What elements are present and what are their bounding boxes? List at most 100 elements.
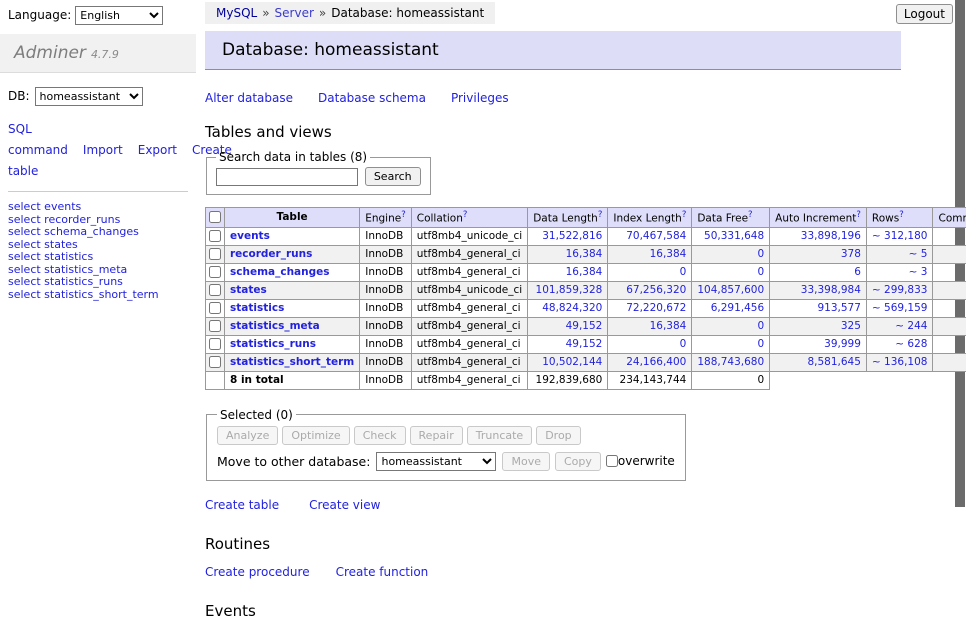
table-link-statistics_meta[interactable]: statistics_meta: [230, 320, 320, 332]
help-icon[interactable]: ?: [899, 210, 904, 220]
row-select-checkbox[interactable]: [209, 284, 221, 296]
help-icon[interactable]: ?: [682, 210, 687, 220]
rows-link[interactable]: ~ 628: [895, 338, 927, 350]
data-length-link[interactable]: 16,384: [566, 248, 603, 260]
sidebar-item-select-schema-changes[interactable]: select schema_changes: [8, 226, 188, 239]
data-length-link[interactable]: 49,152: [566, 338, 603, 350]
db-select[interactable]: homeassistant: [35, 87, 143, 106]
index-length-link[interactable]: 0: [680, 266, 687, 278]
index-length-link[interactable]: 72,220,672: [626, 302, 686, 314]
table-link-events[interactable]: events: [230, 230, 270, 242]
data-free-link[interactable]: 6,291,456: [711, 302, 764, 314]
data-free-link[interactable]: 104,857,600: [697, 284, 764, 296]
truncate-button[interactable]: Truncate: [467, 426, 532, 445]
data-free-link[interactable]: 0: [757, 266, 764, 278]
auto-increment-link[interactable]: 913,577: [818, 302, 861, 314]
table-link-statistics[interactable]: statistics: [230, 302, 284, 314]
auto-increment-link[interactable]: 8,581,645: [807, 356, 860, 368]
rows-link[interactable]: ~ 3: [909, 266, 928, 278]
data-length-link[interactable]: 10,502,144: [542, 356, 602, 368]
data-length-link[interactable]: 49,152: [566, 320, 603, 332]
nav-link-privileges[interactable]: Privileges: [451, 91, 509, 105]
table-name-cell: statistics_short_term: [225, 353, 360, 371]
overwrite-checkbox[interactable]: [606, 455, 618, 467]
drop-button[interactable]: Drop: [536, 426, 580, 445]
data-free-link[interactable]: 0: [757, 248, 764, 260]
copy-button[interactable]: Copy: [555, 452, 601, 471]
data-free-link[interactable]: 0: [757, 320, 764, 332]
repair-button[interactable]: Repair: [410, 426, 463, 445]
nav-link-database-schema[interactable]: Database schema: [318, 91, 426, 105]
move-db-select[interactable]: homeassistant: [376, 452, 496, 471]
auto-increment-link[interactable]: 33,898,196: [801, 230, 861, 242]
help-icon[interactable]: ?: [401, 210, 406, 220]
table-link-schema_changes[interactable]: schema_changes: [230, 266, 330, 278]
sidebar-item-select-statistics-short-term[interactable]: select statistics_short_term: [8, 289, 188, 302]
sidebar-item-select-statistics-runs[interactable]: select statistics_runs: [8, 276, 188, 289]
optimize-button[interactable]: Optimize: [282, 426, 349, 445]
index-length-link[interactable]: 70,467,584: [626, 230, 686, 242]
sidebar-item-select-events[interactable]: select events: [8, 201, 188, 214]
sidebar-link-sql-command[interactable]: SQL command: [8, 122, 68, 157]
rows-link[interactable]: ~ 299,833: [872, 284, 928, 296]
index-length-link[interactable]: 67,256,320: [626, 284, 686, 296]
table-row: statistics_runsInnoDButf8mb4_general_ci4…: [206, 335, 966, 353]
sidebar-link-import[interactable]: Import: [83, 143, 123, 157]
table-link-statistics_short_term[interactable]: statistics_short_term: [230, 356, 354, 368]
auto-increment-link[interactable]: 6: [854, 266, 861, 278]
data-free-link[interactable]: 50,331,648: [704, 230, 764, 242]
sidebar-commands: SQL commandImportExportCreate table: [8, 119, 188, 192]
help-icon[interactable]: ?: [463, 210, 468, 220]
row-select-checkbox[interactable]: [209, 338, 221, 350]
auto-increment-link[interactable]: 33,398,984: [801, 284, 861, 296]
help-icon[interactable]: ?: [856, 210, 861, 220]
rows-link[interactable]: ~ 312,180: [872, 230, 928, 242]
search-button[interactable]: Search: [365, 167, 421, 186]
table-link-recorder_runs[interactable]: recorder_runs: [230, 248, 312, 260]
index-length-link[interactable]: 24,166,400: [626, 356, 686, 368]
link-create-view[interactable]: Create view: [309, 498, 380, 512]
table-link-states[interactable]: states: [230, 284, 267, 296]
row-select-checkbox[interactable]: [209, 266, 221, 278]
data-length-link[interactable]: 48,824,320: [542, 302, 602, 314]
move-button[interactable]: Move: [502, 452, 550, 471]
help-icon[interactable]: ?: [598, 210, 603, 220]
help-icon[interactable]: ?: [748, 210, 753, 220]
auto-increment-link[interactable]: 325: [841, 320, 861, 332]
breadcrumb-mysql-link[interactable]: MySQL: [216, 6, 257, 20]
data-length-link[interactable]: 101,859,328: [536, 284, 603, 296]
table-link-statistics_runs[interactable]: statistics_runs: [230, 338, 316, 350]
rows-cell: ~ 5: [866, 245, 933, 263]
index-length-link[interactable]: 16,384: [650, 248, 687, 260]
row-select-checkbox[interactable]: [209, 248, 221, 260]
row-select-checkbox[interactable]: [209, 302, 221, 314]
link-create-function[interactable]: Create function: [336, 565, 429, 579]
analyze-button[interactable]: Analyze: [217, 426, 278, 445]
auto-increment-link[interactable]: 378: [841, 248, 861, 260]
link-create-procedure[interactable]: Create procedure: [205, 565, 310, 579]
sidebar-link-export[interactable]: Export: [138, 143, 177, 157]
language-select[interactable]: English: [75, 6, 163, 25]
breadcrumb-server-link[interactable]: Server: [275, 6, 314, 20]
row-select-checkbox[interactable]: [209, 320, 221, 332]
data-length-link[interactable]: 31,522,816: [542, 230, 602, 242]
row-select-checkbox[interactable]: [209, 230, 221, 242]
row-select-checkbox[interactable]: [209, 356, 221, 368]
select-all-checkbox[interactable]: [209, 211, 221, 223]
check-button[interactable]: Check: [354, 426, 406, 445]
rows-link[interactable]: ~ 136,108: [872, 356, 928, 368]
data-free-link[interactable]: 188,743,680: [697, 356, 764, 368]
nav-link-alter-database[interactable]: Alter database: [205, 91, 293, 105]
rows-link[interactable]: ~ 244: [895, 320, 927, 332]
rows-link[interactable]: ~ 5: [909, 248, 928, 260]
sidebar-item-select-statistics[interactable]: select statistics: [8, 251, 188, 264]
search-input[interactable]: [216, 168, 358, 186]
link-create-table[interactable]: Create table: [205, 498, 279, 512]
data-free-link[interactable]: 0: [757, 338, 764, 350]
index-length-link[interactable]: 0: [680, 338, 687, 350]
index-length-link[interactable]: 16,384: [650, 320, 687, 332]
rows-link[interactable]: ~ 569,159: [872, 302, 928, 314]
auto-increment-cell: 33,898,196: [770, 227, 867, 245]
data-length-link[interactable]: 16,384: [566, 266, 603, 278]
auto-increment-link[interactable]: 39,999: [824, 338, 861, 350]
